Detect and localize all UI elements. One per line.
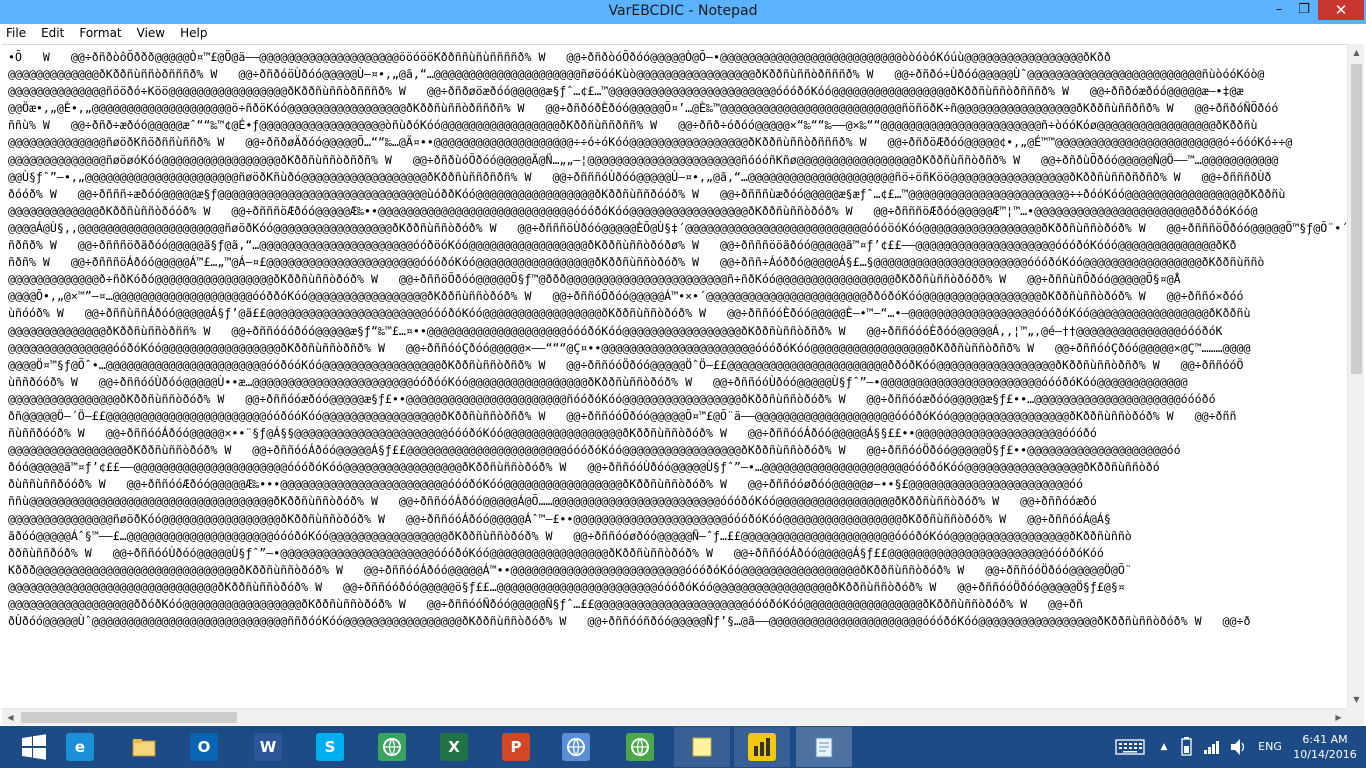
clock-date: 10/14/2016 — [1293, 748, 1357, 761]
scroll-down-icon[interactable]: ▼ — [1348, 691, 1365, 708]
notepad-icon — [810, 733, 838, 761]
volume-icon[interactable] — [1226, 726, 1250, 768]
editor-content[interactable]: •Õ W @@÷ðñðòôÕððð@@@@@Ò¤™£@Õ@ä——@@@@@@@@… — [2, 45, 1347, 630]
skype-icon: S — [316, 733, 344, 761]
scroll-right-icon[interactable]: ▶ — [1330, 709, 1347, 726]
vertical-scrollbar[interactable]: ▲ ▼ — [1347, 44, 1364, 708]
horizontal-scrollbar[interactable]: ◀ ▶ — [2, 708, 1347, 725]
title-bar[interactable]: VarEBCDIC - Notepad – ❐ ✕ — [0, 0, 1366, 24]
powerpoint-icon: P — [502, 733, 530, 761]
taskbar-globe-button[interactable] — [364, 727, 420, 767]
menu-file[interactable]: File — [0, 24, 31, 43]
close-button[interactable]: ✕ — [1318, 0, 1364, 20]
taskbar-excel-button[interactable]: X — [426, 727, 482, 767]
taskbar-sticky-notes-button[interactable] — [674, 727, 730, 767]
taskbar-word-button[interactable]: W — [240, 727, 296, 767]
menu-bar: File Edit Format View Help — [0, 24, 1366, 43]
clock-time: 6:41 AM — [1302, 733, 1348, 746]
taskbar-network-button[interactable] — [548, 727, 604, 767]
network-icon — [562, 733, 590, 761]
window-title: VarEBCDIC - Notepad — [608, 3, 758, 19]
taskbar-outlook-button[interactable]: O — [176, 727, 232, 767]
menu-help[interactable]: Help — [174, 24, 212, 43]
taskbar-notepad-button[interactable] — [796, 727, 852, 767]
language-indicator[interactable]: ENG — [1252, 726, 1288, 768]
file-explorer-icon — [130, 733, 158, 761]
taskbar-powerpoint-button[interactable]: P — [488, 727, 544, 767]
excel-icon: X — [440, 733, 468, 761]
scroll-up-icon[interactable]: ▲ — [1348, 44, 1365, 61]
taskbar-power-bi-button[interactable] — [734, 727, 790, 767]
clock[interactable]: 6:41 AM 10/14/2016 — [1290, 732, 1360, 762]
outlook-icon: O — [190, 733, 218, 761]
internet-explorer-icon: e — [66, 733, 94, 761]
text-editor[interactable]: •Õ W @@÷ðñðòôÕððð@@@@@Ò¤™£@Õ@ä——@@@@@@@@… — [2, 44, 1347, 708]
taskbar: e O W S X P ▲ ENG 6:41 AM 10/14/2016 — [0, 726, 1366, 768]
scroll-corner — [1347, 708, 1364, 725]
vertical-scroll-thumb[interactable] — [1351, 64, 1362, 374]
word-icon: W — [254, 733, 282, 761]
horizontal-scroll-thumb[interactable] — [21, 712, 237, 723]
taskbar-downloader-button[interactable] — [612, 727, 668, 767]
signal-icon[interactable] — [1200, 726, 1224, 768]
taskbar-skype-button[interactable]: S — [302, 727, 358, 767]
power-bi-icon — [748, 733, 776, 761]
globe-icon — [378, 733, 406, 761]
sticky-notes-icon — [688, 733, 716, 761]
menu-edit[interactable]: Edit — [35, 24, 69, 43]
keyboard-icon[interactable] — [1114, 726, 1154, 768]
menu-view[interactable]: View — [131, 24, 170, 43]
maximize-button[interactable]: ❐ — [1290, 0, 1318, 20]
show-hidden-icons-icon[interactable]: ▲ — [1156, 726, 1172, 768]
taskbar-file-explorer-button[interactable] — [116, 727, 172, 767]
battery-icon[interactable] — [1176, 726, 1198, 768]
taskbar-internet-explorer-button[interactable]: e — [52, 727, 108, 767]
start-icon — [20, 733, 48, 761]
downloader-icon — [626, 733, 654, 761]
scroll-left-icon[interactable]: ◀ — [2, 709, 19, 726]
menu-format[interactable]: Format — [73, 24, 126, 43]
